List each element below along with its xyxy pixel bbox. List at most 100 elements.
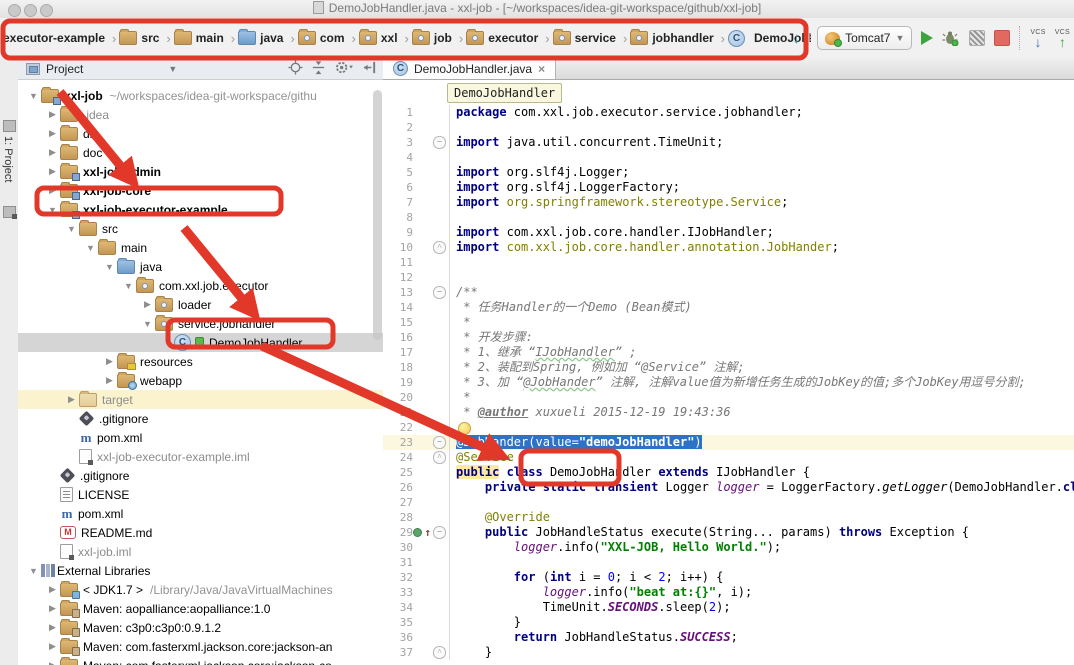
tree-item[interactable]: .gitignore	[18, 409, 383, 428]
fold-icon[interactable]: −	[433, 436, 446, 449]
fold-icon[interactable]: ˄	[433, 241, 446, 254]
editor-breadcrumb-chip[interactable]: DemoJobHandler	[447, 83, 562, 103]
breadcrumb-item[interactable]: executor	[466, 31, 538, 45]
stop-button[interactable]	[994, 30, 1010, 46]
tree-item[interactable]: ▼External Libraries	[18, 561, 383, 580]
tree-item[interactable]: ▼main	[18, 238, 383, 257]
tree-toggle-icon[interactable]: ▼	[64, 224, 79, 234]
breadcrumb-item[interactable]: java	[238, 31, 283, 45]
tree-item[interactable]: ▼com.xxl.job.executor	[18, 276, 383, 295]
tree-item[interactable]: ▶resources	[18, 352, 383, 371]
tab-label: DemoJobHandler.java	[414, 62, 532, 76]
tree-item[interactable]: CDemoJobHandler	[18, 333, 383, 352]
tree-item[interactable]: ▶loader	[18, 295, 383, 314]
tree-toggle-icon[interactable]: ▶	[45, 584, 60, 595]
chevron-down-icon[interactable]: ▼	[168, 64, 177, 74]
tree-item[interactable]: ▶target	[18, 390, 383, 409]
hide-panel-icon[interactable]	[362, 60, 377, 75]
editor-body[interactable]: DemoJobHandler 1package com.xxl.job.exec…	[383, 79, 1074, 665]
tree-item[interactable]: ▶db	[18, 124, 383, 143]
fold-icon[interactable]: ˄	[433, 451, 446, 464]
breadcrumb-item[interactable]: main	[174, 31, 224, 45]
tree-toggle-icon[interactable]: ▶	[45, 660, 60, 665]
fold-icon[interactable]: ˄	[433, 646, 446, 659]
project-tree[interactable]: ▼xxl-job~/workspaces/idea-git-workspace/…	[18, 86, 383, 665]
collapse-all-icon[interactable]	[311, 60, 326, 75]
tree-toggle-icon[interactable]: ▼	[83, 243, 98, 253]
code-text: logger.info("beat at:{}", i);	[450, 585, 752, 600]
tree-toggle-icon[interactable]: ▶	[102, 375, 117, 386]
tree-toggle-icon[interactable]: ▶	[45, 603, 60, 614]
tree-item[interactable]: ▶xxl-job-admin	[18, 162, 383, 181]
tree-toggle-icon[interactable]: ▼	[102, 262, 117, 272]
tree-item[interactable]: xxl-job.iml	[18, 542, 383, 561]
tree-item[interactable]: ▼xxl-job~/workspaces/idea-git-workspace/…	[18, 86, 383, 105]
tree-item[interactable]: ▶Maven: com.fasterxml.jackson.core:jacks…	[18, 656, 383, 665]
vcs-update-button[interactable]: VCS ↓	[1030, 29, 1045, 48]
locate-icon[interactable]	[288, 60, 303, 75]
gutter-icons	[413, 480, 449, 495]
project-tool-window-button[interactable]: 1: Project	[2, 136, 14, 182]
tree-item[interactable]: mpom.xml	[18, 428, 383, 447]
tree-item[interactable]: ▼service.jobhandler	[18, 314, 383, 333]
line-number: 36	[383, 630, 413, 645]
gutter-icons	[413, 165, 449, 180]
tree-item[interactable]: ▶Maven: aopalliance:aopalliance:1.0	[18, 599, 383, 618]
tree-item[interactable]: ▶xxl-job-core	[18, 181, 383, 200]
intention-bulb-icon[interactable]	[458, 422, 471, 435]
tree-toggle-icon[interactable]: ▶	[45, 641, 60, 652]
breadcrumb-item[interactable]: service	[553, 31, 616, 45]
breadcrumb-item[interactable]: src	[119, 31, 159, 45]
navbar-scroll-icon[interactable]: ↓	[793, 30, 809, 47]
tree-item[interactable]: ▶< JDK1.7 >/Library/Java/JavaVirtualMach…	[18, 580, 383, 599]
tree-toggle-icon[interactable]: ▼	[26, 91, 41, 101]
tree-item[interactable]: .gitignore	[18, 466, 383, 485]
breadcrumb-item[interactable]: xxl	[359, 31, 398, 45]
tree-item[interactable]: ▶Maven: c3p0:c3p0:0.9.1.2	[18, 618, 383, 637]
tree-toggle-icon[interactable]: ▶	[45, 622, 60, 633]
fold-icon[interactable]: −	[433, 136, 446, 149]
tree-toggle-icon[interactable]: ▶	[45, 128, 60, 139]
tree-toggle-icon[interactable]: ▼	[121, 281, 136, 291]
project-scrollbar-thumb[interactable]	[373, 90, 382, 340]
tree-toggle-icon[interactable]: ▶	[45, 185, 60, 196]
tree-item[interactable]: ▶Maven: com.fasterxml.jackson.core:jacks…	[18, 637, 383, 656]
vcs-commit-button[interactable]: VCS ↑	[1055, 29, 1070, 48]
debug-button[interactable]	[942, 30, 960, 46]
tree-item[interactable]: ▶doc	[18, 143, 383, 162]
gear-settings-icon[interactable]	[334, 60, 354, 75]
breadcrumb-item[interactable]: com	[298, 31, 345, 45]
tree-item[interactable]: ▼java	[18, 257, 383, 276]
tree-item[interactable]: ▶.idea	[18, 105, 383, 124]
tree-toggle-icon[interactable]: ▼	[140, 319, 155, 329]
override-marker-icon[interactable]: ↑	[424, 525, 431, 540]
tree-toggle-icon[interactable]: ▼	[26, 566, 41, 576]
run-button[interactable]	[921, 31, 933, 45]
breadcrumb-item[interactable]: jobhandler	[630, 31, 713, 45]
tree-toggle-icon[interactable]: ▶	[64, 394, 79, 405]
tree-toggle-icon[interactable]: ▼	[45, 205, 60, 215]
tree-item[interactable]: mpom.xml	[18, 504, 383, 523]
fold-icon[interactable]: −	[433, 526, 446, 539]
fold-icon[interactable]: −	[433, 286, 446, 299]
tree-toggle-icon[interactable]: ▶	[45, 109, 60, 120]
tree-toggle-icon[interactable]: ▶	[45, 166, 60, 177]
tree-item[interactable]: ▶webapp	[18, 371, 383, 390]
breadcrumb-item[interactable]: executor-example	[3, 31, 105, 45]
tree-item[interactable]: ▼xxl-job-executor-example	[18, 200, 383, 219]
tree-toggle-icon[interactable]: ▶	[45, 147, 60, 158]
editor-area[interactable]: C DemoJobHandler.java × DemoJobHandler 1…	[383, 58, 1074, 665]
code-view[interactable]: 1package com.xxl.job.executor.service.jo…	[383, 105, 1074, 660]
tree-item[interactable]: MREADME.md	[18, 523, 383, 542]
tree-toggle-icon[interactable]: ▶	[102, 356, 117, 367]
tree-item[interactable]: ▼src	[18, 219, 383, 238]
tree-item[interactable]: LICENSE	[18, 485, 383, 504]
tree-toggle-icon[interactable]: ▶	[140, 299, 155, 310]
close-tab-icon[interactable]: ×	[538, 62, 545, 76]
tab-demojobhandler[interactable]: C DemoJobHandler.java ×	[383, 58, 556, 79]
breadcrumb-item[interactable]: job	[412, 31, 452, 45]
tree-item[interactable]: xxl-job-executor-example.iml	[18, 447, 383, 466]
coverage-button[interactable]	[969, 30, 985, 46]
gutter: 19	[383, 375, 450, 390]
run-configuration-select[interactable]: Tomcat7 ▼	[817, 26, 912, 50]
